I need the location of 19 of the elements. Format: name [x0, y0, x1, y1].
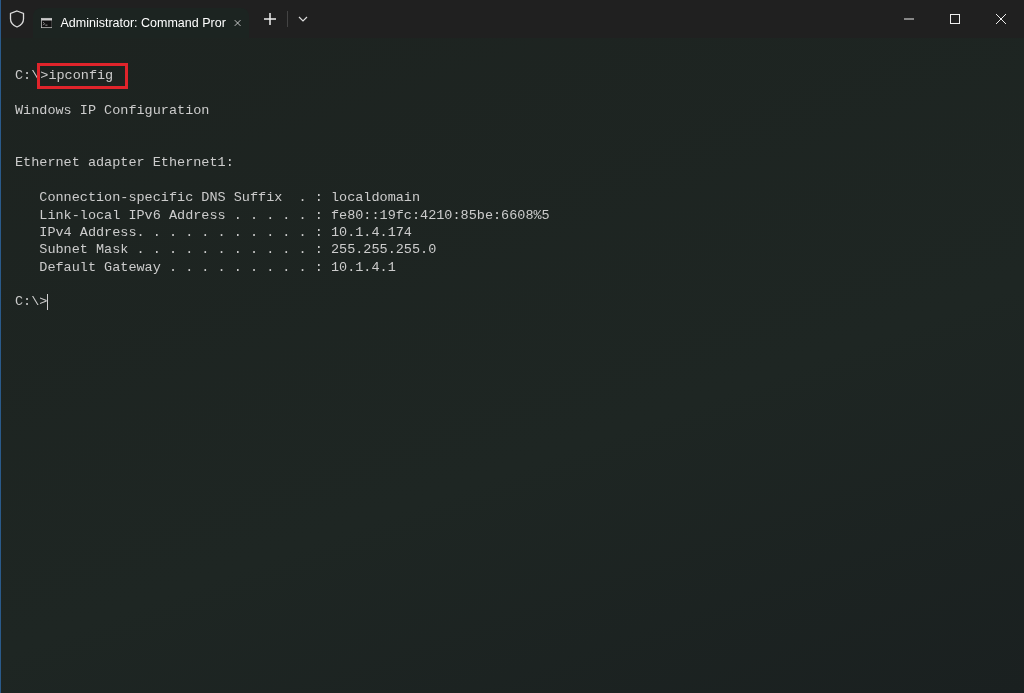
close-icon[interactable]: [233, 18, 241, 28]
terminal-line: Subnet Mask . . . . . . . . . . . : 255.255.255.0: [38, 241, 437, 259]
shield-icon: [9, 10, 25, 28]
prompt-text: C:\>: [15, 293, 48, 311]
close-icon: [996, 14, 1006, 24]
terminal-line: Windows IP Configuration: [15, 102, 210, 120]
maximize-icon: [950, 14, 960, 24]
console-icon: [41, 16, 53, 30]
chevron-down-icon[interactable]: [298, 16, 308, 22]
plus-icon[interactable]: [263, 12, 277, 26]
terminal-line: Connection-specific DNS Suffix . : localdomain: [38, 189, 421, 207]
command-text: >ipconfig: [37, 63, 129, 89]
terminal-line: Link-local IPv6 Address . . . . . : fe80::19fc:4210:85be:6608%5: [38, 206, 550, 224]
minimize-icon: [904, 18, 914, 20]
terminal-line: IPv4 Address. . . . . . . . . . . : 10.1.4.174: [38, 223, 412, 242]
terminal-line: Ethernet adapter Ethernet1:: [15, 154, 234, 172]
terminal-tab[interactable]: Administrator: Command Pror: [33, 8, 249, 38]
terminal-line: Default Gateway . . . . . . . . . : 10.1.4.1: [38, 258, 396, 277]
tab-title: Administrator: Command Pror: [60, 14, 226, 32]
